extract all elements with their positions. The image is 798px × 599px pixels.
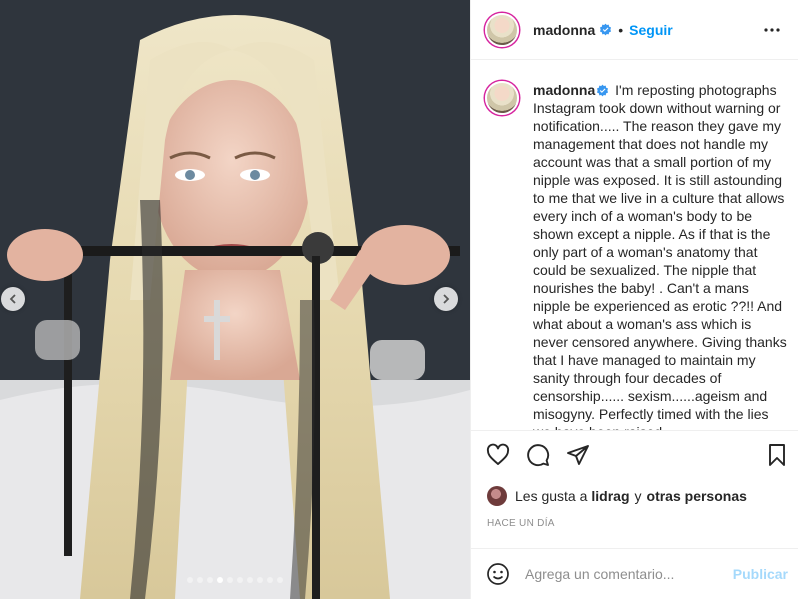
likes-summary: Les gusta a lidrag y otras personas xyxy=(487,486,747,506)
post-media[interactable] xyxy=(0,0,470,599)
carousel-indicator xyxy=(0,577,470,583)
likes-others-link[interactable]: otras personas xyxy=(647,488,747,504)
header-username[interactable]: madonna xyxy=(533,22,595,38)
carousel-dot xyxy=(267,577,273,583)
follow-button[interactable]: Seguir xyxy=(629,22,673,38)
post-timestamp[interactable]: Hace un día xyxy=(487,518,555,529)
share-button[interactable] xyxy=(565,442,591,468)
paper-plane-icon xyxy=(567,444,589,465)
publish-button[interactable]: Publicar xyxy=(733,566,788,582)
carousel-dot xyxy=(257,577,263,583)
carousel-dot xyxy=(187,577,193,583)
liker-username[interactable]: lidrag xyxy=(591,488,629,504)
carousel-dot xyxy=(237,577,243,583)
caption-avatar[interactable] xyxy=(485,81,519,115)
post-caption: madonna I'm reposting photographs Instag… xyxy=(485,81,788,430)
heart-icon xyxy=(486,443,510,465)
save-button[interactable] xyxy=(764,442,790,468)
verified-badge-icon xyxy=(600,23,612,36)
carousel-dot xyxy=(207,577,213,583)
verified-badge-icon xyxy=(597,84,609,97)
avatar[interactable] xyxy=(485,12,519,47)
carousel-prev-button[interactable] xyxy=(1,287,25,311)
add-comment-form: Publicar xyxy=(471,548,798,599)
header-separator: • xyxy=(618,21,624,38)
post-header: madonna • Seguir xyxy=(471,0,798,60)
caption-body: I'm reposting photographs Instagram took… xyxy=(533,82,787,430)
like-button[interactable] xyxy=(485,442,511,468)
carousel-dot xyxy=(247,577,253,583)
emoji-button[interactable] xyxy=(485,561,511,587)
comment-input[interactable] xyxy=(525,566,733,582)
post-side-panel: madonna • Seguir madonna I'm reposting p… xyxy=(470,0,798,599)
carousel-dot xyxy=(227,577,233,583)
bookmark-icon xyxy=(769,443,785,466)
carousel-dot xyxy=(277,577,283,583)
chevron-right-icon xyxy=(443,294,450,304)
smiley-icon xyxy=(487,563,509,585)
likes-connector: y xyxy=(634,488,642,504)
comment-button[interactable] xyxy=(525,442,551,468)
more-options-button[interactable] xyxy=(760,18,784,42)
carousel-dot xyxy=(217,577,223,583)
comments-area[interactable]: madonna I'm reposting photographs Instag… xyxy=(471,61,798,430)
chevron-left-icon xyxy=(9,294,16,304)
caption-text-block: madonna I'm reposting photographs Instag… xyxy=(533,81,788,430)
carousel-next-button[interactable] xyxy=(434,287,458,311)
carousel-dot xyxy=(197,577,203,583)
post-actions xyxy=(471,430,798,478)
post-photo xyxy=(0,0,470,599)
more-horizontal-icon xyxy=(764,27,780,32)
liker-avatar[interactable] xyxy=(487,486,507,506)
likes-prefix: Les gusta a xyxy=(515,488,588,504)
caption-username[interactable]: madonna xyxy=(533,82,595,98)
comment-icon xyxy=(527,443,550,466)
